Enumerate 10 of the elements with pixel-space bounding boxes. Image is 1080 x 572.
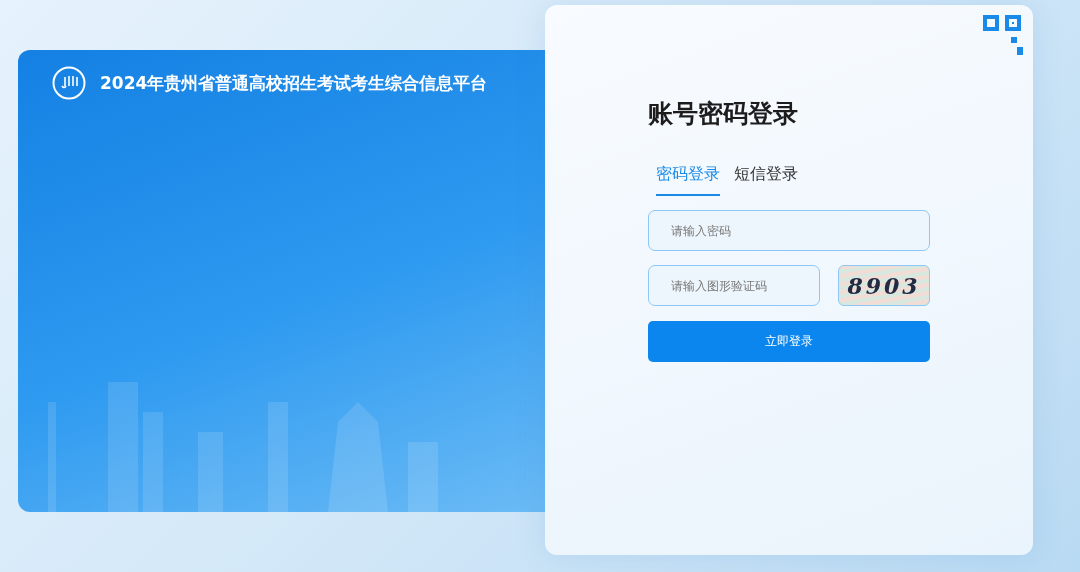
login-title: 账号密码登录 (648, 98, 799, 130)
logo-icon (52, 66, 86, 100)
captcha-field[interactable]: 请输入图形验证码 (648, 265, 820, 306)
login-tab[interactable]: 密码登录 (656, 164, 720, 196)
qr-code-icon[interactable] (981, 13, 1025, 57)
password-field[interactable]: 请输入密码 (648, 210, 930, 251)
platform-title: 2024年贵州省普通高校招生考试考生综合信息平台 (100, 71, 488, 95)
captcha-image[interactable]: 8903 (838, 265, 930, 306)
login-button[interactable]: 立即登录 (648, 321, 930, 362)
login-tab[interactable]: 短信登录 (734, 164, 798, 196)
